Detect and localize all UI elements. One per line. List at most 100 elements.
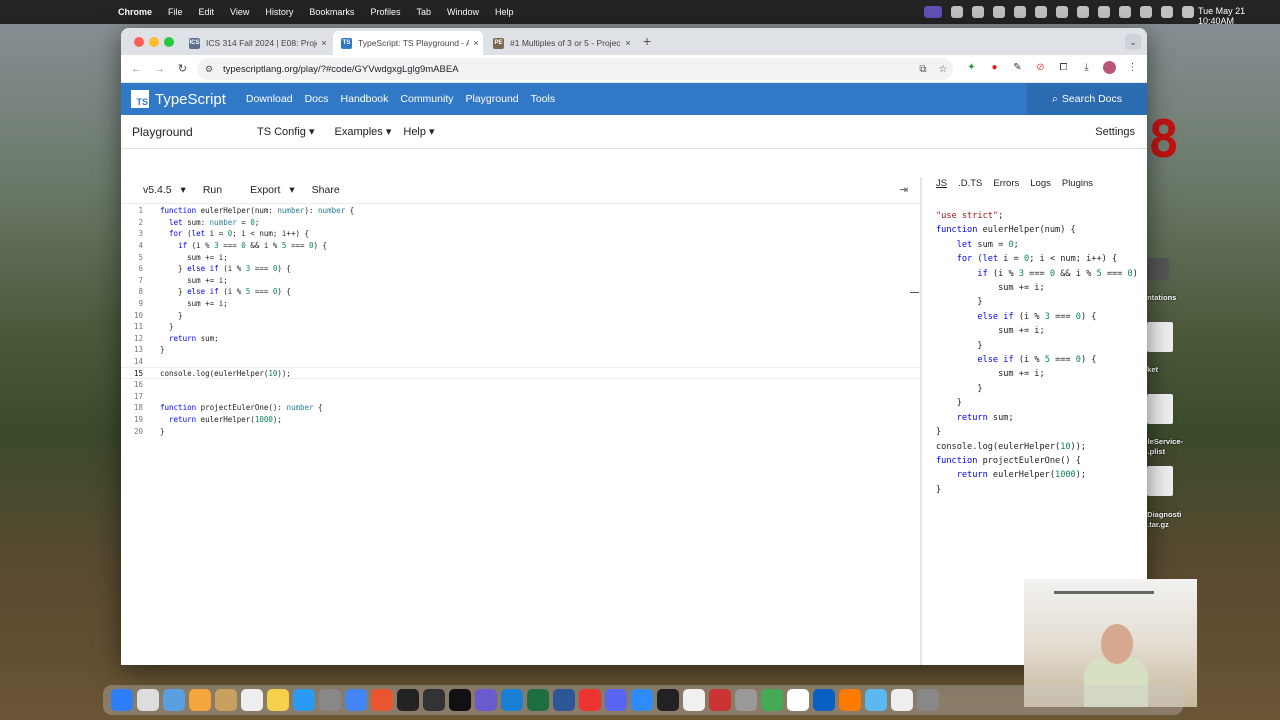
code-line[interactable]: 18 function projectEulerOne(): number { [121,402,920,414]
status-icon[interactable] [951,6,963,18]
tab-dts[interactable]: .D.TS [958,178,982,189]
menu-app-name[interactable]: Chrome [118,7,152,17]
tab-ics314[interactable]: ICS ICS 314 Fall 2024 | E08: Proje × [181,31,331,55]
menu-edit[interactable]: Edit [199,7,215,17]
menu-clock[interactable]: Tue May 21 10:40AM [1198,6,1280,26]
dock-app-icon[interactable] [579,689,601,711]
code-text[interactable]: } [160,427,165,436]
code-text[interactable]: console.log(eulerHelper(10)); [160,369,291,378]
code-text[interactable]: sum += i; [160,299,228,308]
code-text[interactable]: } [160,345,165,354]
code-line[interactable]: 5 sum += i; [121,251,920,263]
nav-download[interactable]: Download [246,93,293,105]
export-menu[interactable]: Export ▾ [239,184,295,196]
dock-app-icon[interactable] [397,689,419,711]
siri-icon[interactable] [1182,6,1194,18]
nav-community[interactable]: Community [400,93,453,105]
dock-app-icon[interactable] [813,689,835,711]
code-line[interactable]: 1 function eulerHelper(num: number): numb… [121,205,920,217]
browser-menu-icon[interactable]: ⋮ [1126,61,1139,74]
code-line[interactable]: 2 let sum: number = 0; [121,217,920,229]
dock-app-icon[interactable] [137,689,159,711]
control-center-icon[interactable] [1161,6,1173,18]
extension-icon[interactable]: ✎ [1011,61,1024,74]
code-text[interactable]: if (i % 3 === 0 && i % 5 === 0) { [160,241,327,250]
menu-profiles[interactable]: Profiles [370,7,400,17]
nav-tools[interactable]: Tools [531,93,556,105]
extension-icon[interactable]: ✦ [965,61,978,74]
tab-close-icon[interactable]: × [469,38,483,48]
tab-logs[interactable]: Logs [1030,178,1051,189]
pane-divider[interactable] [920,177,922,665]
tab-ts-playground[interactable]: TS TypeScript: TS Playground - A × [333,31,483,55]
code-line[interactable]: 15 console.log(eulerHelper(10)); [121,367,920,379]
code-text[interactable]: sum += i; [160,253,228,262]
search-icon[interactable] [1140,6,1152,18]
dock-app-icon[interactable] [917,689,939,711]
code-text[interactable]: } else if (i % 3 === 0) { [160,264,291,273]
dock-app-icon[interactable] [241,689,263,711]
help-menu[interactable]: Help ▾ [403,125,434,138]
dock-app-icon[interactable] [839,689,861,711]
dock-app-icon[interactable] [553,689,575,711]
typescript-logo[interactable]: TS TypeScript [131,90,226,108]
nav-handbook[interactable]: Handbook [341,93,389,105]
install-app-icon[interactable]: ⧉ [913,64,933,75]
dock-app-icon[interactable] [891,689,913,711]
code-line[interactable]: 4 if (i % 3 === 0 && i % 5 === 0) { [121,240,920,252]
code-line[interactable]: 17 [121,391,920,403]
code-text[interactable]: } else if (i % 5 === 0) { [160,287,291,296]
dropbox-icon[interactable] [1014,6,1026,18]
code-line[interactable]: 14 [121,356,920,368]
extensions-puzzle-icon[interactable]: ⧠ [1057,61,1070,74]
dock-app-icon[interactable] [709,689,731,711]
dock-app-icon[interactable] [449,689,471,711]
code-line[interactable]: 20} [121,425,920,437]
settings-button[interactable]: Settings [1095,126,1135,138]
dock-app-icon[interactable] [735,689,757,711]
status-icon[interactable] [972,6,984,18]
code-text[interactable]: sum += i; [160,276,228,285]
code-text[interactable]: for (let i = 0; i < num; i++) { [160,229,309,238]
tab-js[interactable]: JS [936,178,947,189]
archive-icon[interactable] [1147,466,1173,496]
dock-app-icon[interactable] [527,689,549,711]
battery-icon[interactable] [1098,6,1110,18]
dock-app-icon[interactable] [111,689,133,711]
minimize-window-button[interactable] [149,37,159,47]
dock-app-icon[interactable] [787,689,809,711]
dock-app-icon[interactable] [631,689,653,711]
menu-bookmarks[interactable]: Bookmarks [309,7,354,17]
menu-file[interactable]: File [168,7,183,17]
dock-app-icon[interactable] [163,689,185,711]
dock-app-icon[interactable] [761,689,783,711]
zoom-window-button[interactable] [164,37,174,47]
dock-app-icon[interactable] [345,689,367,711]
run-button[interactable]: Run [203,184,222,196]
back-button[interactable]: ← [125,63,148,75]
dock-app-icon[interactable] [215,689,237,711]
profile-avatar[interactable] [1103,61,1116,74]
search-docs-button[interactable]: ⌕ Search Docs [1027,83,1147,115]
status-icon[interactable] [1077,6,1089,18]
dock-app-icon[interactable] [423,689,445,711]
address-bar[interactable]: ⚙ typescriptlang.org/play/?#code/GYVwdgx… [197,58,953,80]
extension-icon[interactable]: ⊘ [1034,61,1047,74]
code-line[interactable]: 6 } else if (i % 3 === 0) { [121,263,920,275]
code-line[interactable]: 9 sum += i; [121,298,920,310]
menu-help[interactable]: Help [495,7,514,17]
dock-app-icon[interactable] [267,689,289,711]
code-text[interactable]: } [160,322,174,331]
tab-close-icon[interactable]: × [621,38,635,48]
status-icon[interactable] [1035,6,1047,18]
wifi-icon[interactable] [1119,6,1131,18]
code-text[interactable]: return sum; [160,334,219,343]
status-icon[interactable] [1056,6,1068,18]
address-url[interactable]: typescriptlang.org/play/?#code/GYVwdgxgL… [223,64,913,75]
code-line[interactable]: 16 [121,379,920,391]
share-button[interactable]: Share [312,184,340,196]
dock-app-icon[interactable] [319,689,341,711]
reload-button[interactable]: ↻ [171,62,194,75]
code-line[interactable]: 10 } [121,309,920,321]
code-line[interactable]: 8 } else if (i % 5 === 0) { [121,286,920,298]
